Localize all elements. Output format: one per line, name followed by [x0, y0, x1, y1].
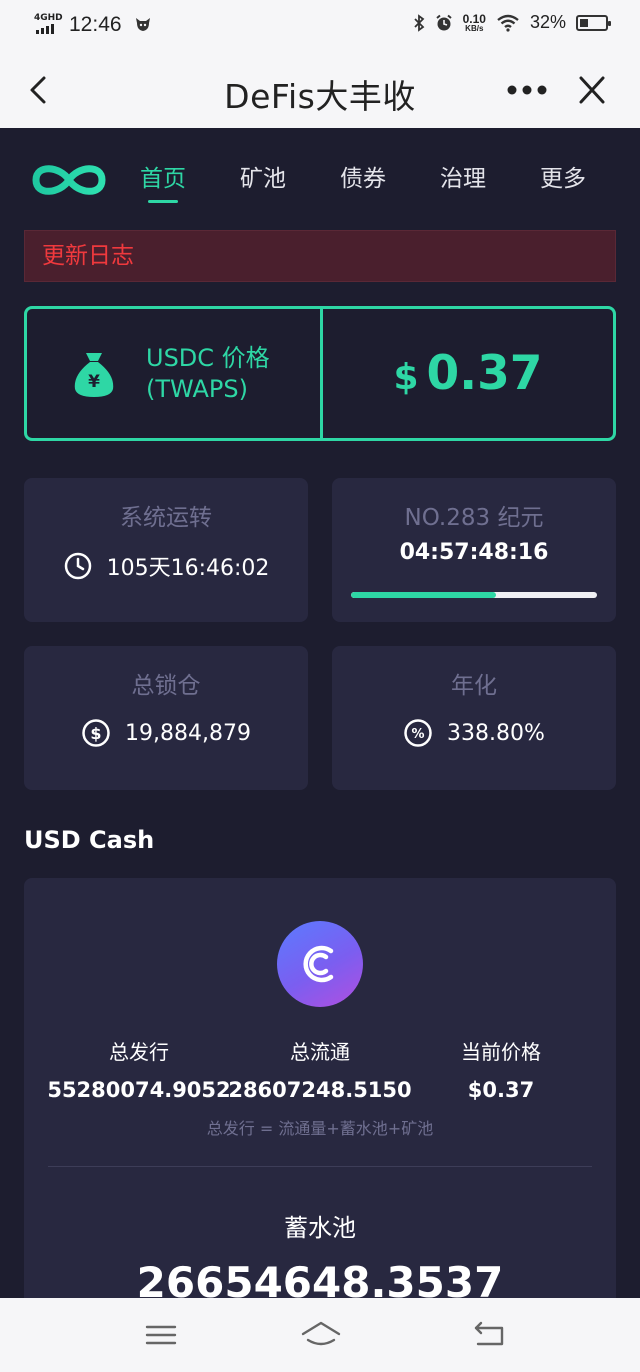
svg-text:¥: ¥	[88, 372, 100, 392]
reservoir-value: 26654648.3537	[136, 1258, 504, 1298]
menu-icon[interactable]	[144, 1320, 178, 1350]
tvl-card: 总锁仓 $ 19,884,879	[24, 646, 308, 790]
nav-pool[interactable]: 矿池	[240, 164, 286, 194]
tvl-value: 19,884,879	[125, 720, 251, 746]
supply-formula-note: 总发行 = 流通量+蓄水池+矿池	[206, 1119, 434, 1138]
price-label: USDC 价格 (TWAPS)	[146, 344, 270, 403]
battery-percent: 32%	[529, 12, 566, 32]
home-icon[interactable]	[300, 1320, 342, 1350]
divider	[48, 1166, 592, 1167]
more-dots-icon[interactable]	[506, 78, 548, 102]
svg-text:$: $	[90, 724, 101, 743]
nav-governance[interactable]: 治理	[440, 164, 486, 194]
epoch-progress-bar	[351, 592, 597, 598]
section-heading: USD Cash	[24, 826, 155, 854]
uptime-card: 系统运转 105天16:46:02	[24, 478, 308, 622]
percent-circle-icon: %	[404, 719, 432, 747]
wifi-icon	[497, 14, 519, 32]
close-icon[interactable]	[576, 72, 608, 108]
nav-more[interactable]: 更多	[540, 164, 586, 194]
alarm-icon	[435, 14, 452, 30]
uptime-title: 系统运转	[120, 505, 212, 531]
system-nav-bar	[0, 1298, 640, 1372]
epoch-progress-fill	[351, 592, 497, 598]
clock-time: 12:46	[69, 13, 122, 36]
usd-cash-coin-icon	[277, 921, 363, 1007]
apy-title: 年化	[451, 673, 497, 699]
uptime-value: 105天16:46:02	[106, 556, 270, 581]
status-bar: 4GHD 12:46 0.10 KB/s 32%	[0, 0, 640, 52]
clock-icon	[64, 552, 91, 580]
epoch-countdown: 04:57:48:16	[399, 540, 549, 565]
infinity-logo-icon[interactable]	[30, 160, 108, 200]
usdc-price-card: ¥ USDC 价格 (TWAPS) $0.37	[24, 306, 616, 441]
dollar-circle-icon: $	[82, 719, 110, 747]
network-type: 4GHD	[34, 13, 63, 23]
cow-icon	[136, 18, 150, 31]
money-bag-icon: ¥	[74, 353, 114, 397]
page-content: 首页 矿池 债券 治理 更多 更新日志 ¥ USDC 价格 (TWAPS) $0…	[0, 128, 640, 1298]
main-nav: 首页 矿池 债券 治理 更多	[140, 164, 586, 203]
total-issued: 总发行 55280074.9052	[47, 1040, 231, 1102]
reservoir-label: 蓄水池	[284, 1214, 356, 1242]
svg-text:%: %	[412, 727, 425, 742]
tvl-title: 总锁仓	[131, 673, 201, 699]
apy-value: 338.80%	[447, 720, 545, 746]
signal-icon	[36, 24, 54, 34]
price-value: $0.37	[393, 346, 543, 401]
epoch-card: NO.283 纪元 04:57:48:16	[332, 478, 616, 622]
battery-icon	[576, 14, 611, 31]
current-price: 当前价格 $0.37	[461, 1040, 541, 1102]
bluetooth-icon	[413, 13, 424, 32]
back-icon[interactable]	[472, 1320, 506, 1350]
update-log-banner[interactable]: 更新日志	[24, 230, 616, 282]
apy-card: 年化 % 338.80%	[332, 646, 616, 790]
epoch-title: NO.283 纪元	[404, 505, 544, 531]
usd-cash-card: 总发行 55280074.9052 总流通 28607248.5150 当前价格…	[24, 878, 616, 1298]
network-speed: 0.10 KB/s	[462, 11, 486, 33]
nav-bonds[interactable]: 债券	[340, 164, 386, 194]
title-bar: DeFis大丰收	[0, 52, 640, 128]
nav-home[interactable]: 首页	[140, 164, 186, 203]
total-circulating: 总流通 28607248.5150	[228, 1040, 412, 1102]
